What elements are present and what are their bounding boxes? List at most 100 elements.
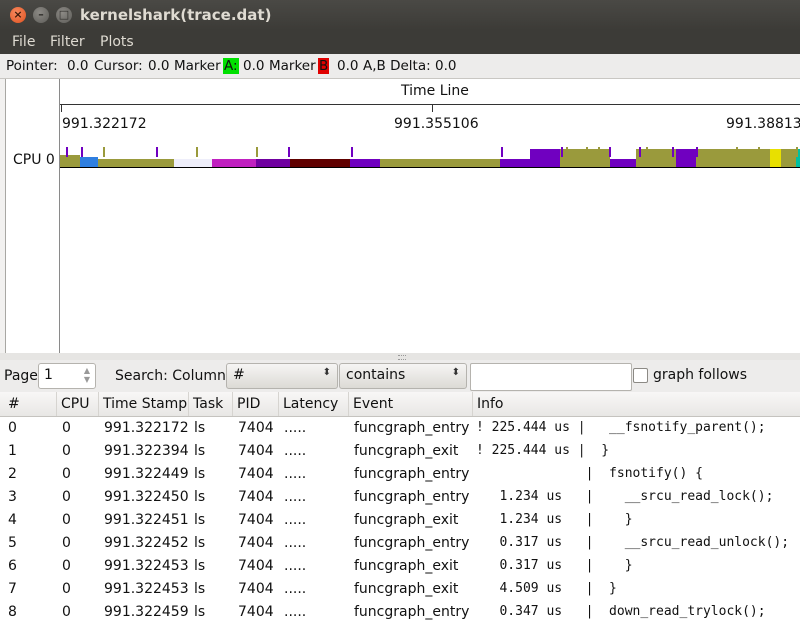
event-spike xyxy=(561,147,563,157)
timeline-tick-label-mid: 991.355106 xyxy=(394,116,479,132)
col-header-number[interactable]: # xyxy=(4,392,20,416)
row-event: funcgraph_entry xyxy=(354,489,470,505)
cursor-label: Cursor: xyxy=(94,58,143,74)
graph-follows-label[interactable]: graph follows xyxy=(653,367,747,383)
row-latency: ..... xyxy=(284,443,307,459)
table-row[interactable]: 7 0 991.322453 ls 7404..... funcgraph_exit 4.… xyxy=(0,578,800,601)
minimize-icon[interactable]: – xyxy=(33,7,49,23)
event-spike xyxy=(796,147,798,157)
pointer-label: Pointer: xyxy=(6,58,58,74)
task-segment[interactable] xyxy=(530,149,560,167)
col-header-timestamp[interactable]: Time Stamp xyxy=(98,392,188,416)
window-title: kernelshark(trace.dat) xyxy=(80,6,272,24)
row-latency: ..... xyxy=(284,604,307,620)
task-segment[interactable] xyxy=(770,149,781,167)
task-segment[interactable] xyxy=(696,149,746,167)
task-segment[interactable] xyxy=(676,149,696,167)
search-bar: Page 1 ▲ ▼ Search: Column: # ⬍ contains ⬍… xyxy=(0,360,800,392)
row-latency: ..... xyxy=(284,420,307,436)
event-spike xyxy=(103,147,105,157)
marker-b-badge: B xyxy=(318,58,330,74)
row-pid: 7404 xyxy=(238,581,274,597)
event-spike xyxy=(66,147,68,157)
col-header-cpu[interactable]: CPU xyxy=(56,392,98,416)
cpu-0-baseline xyxy=(60,167,800,168)
table-row[interactable]: 6 0 991.322453 ls 7404..... funcgraph_exit 0.… xyxy=(0,555,800,578)
row-cpu: 0 xyxy=(62,558,71,574)
table-row[interactable]: 0 0 991.322172 ls 7404..... funcgraph_entry ! … xyxy=(0,417,800,440)
events-table[interactable]: # CPU Time Stamp Task PID Latency Event … xyxy=(0,392,800,640)
column-select[interactable]: # ⬍ xyxy=(226,363,338,389)
col-header-latency[interactable]: Latency xyxy=(278,392,348,416)
task-segment[interactable] xyxy=(212,159,256,167)
task-segment[interactable] xyxy=(380,159,500,167)
event-spike xyxy=(696,147,698,157)
task-segment[interactable] xyxy=(350,159,380,167)
row-pid: 7404 xyxy=(238,489,274,505)
row-cpu: 0 xyxy=(62,420,71,436)
row-cpu: 0 xyxy=(62,604,71,620)
page-value[interactable]: 1 xyxy=(44,367,53,383)
page-spinner[interactable]: 1 ▲ ▼ xyxy=(38,363,96,389)
task-segment[interactable] xyxy=(500,159,530,167)
row-number: 6 xyxy=(8,558,17,574)
column-select-arrow-icon: ⬍ xyxy=(322,367,331,378)
match-select[interactable]: contains ⬍ xyxy=(339,363,467,389)
row-task: ls xyxy=(194,443,206,459)
delta-value: 0.0 xyxy=(435,58,457,74)
menu-plots[interactable]: Plots xyxy=(100,34,134,50)
event-spike xyxy=(586,147,588,157)
close-icon[interactable]: × xyxy=(10,7,26,23)
timeline-tick xyxy=(61,104,62,112)
row-task: ls xyxy=(194,558,206,574)
row-number: 4 xyxy=(8,512,17,528)
row-event: funcgraph_entry xyxy=(354,420,470,436)
marker-a-label: Marker xyxy=(174,58,221,74)
task-segment[interactable] xyxy=(256,159,290,167)
marker-b-label: Marker xyxy=(269,58,316,74)
task-segment[interactable] xyxy=(781,149,796,167)
row-timestamp: 991.322453 xyxy=(104,581,189,597)
row-info: 0.317 us | } xyxy=(476,558,633,573)
table-row[interactable]: 4 0 991.322451 ls 7404..... funcgraph_exit 1.… xyxy=(0,509,800,532)
task-segment[interactable] xyxy=(98,159,174,167)
row-task: ls xyxy=(194,489,206,505)
task-segment[interactable] xyxy=(80,157,98,167)
task-segment[interactable] xyxy=(60,155,80,167)
row-number: 5 xyxy=(8,535,17,551)
row-info: 1.234 us | } xyxy=(476,512,633,527)
search-input[interactable] xyxy=(470,363,632,391)
task-segment[interactable] xyxy=(174,159,212,167)
col-header-task[interactable]: Task xyxy=(188,392,232,416)
event-spike xyxy=(736,147,738,157)
trace-graph[interactable]: CPU 0 Time Line 991.322172 991.355106 99… xyxy=(5,79,800,353)
col-header-pid[interactable]: PID xyxy=(232,392,278,416)
table-row[interactable]: 8 0 991.322459 ls 7404..... funcgraph_entry 0… xyxy=(0,601,800,624)
row-timestamp: 991.322450 xyxy=(104,489,189,505)
row-info: 1.234 us | __srcu_read_lock(); xyxy=(476,489,774,504)
row-latency: ..... xyxy=(284,512,307,528)
task-segment[interactable] xyxy=(610,159,636,167)
col-header-event[interactable]: Event xyxy=(348,392,472,416)
timeline-title: Time Line xyxy=(401,83,469,99)
col-header-info[interactable]: Info xyxy=(472,392,800,416)
table-row[interactable]: 2 0 991.322449 ls 7404..... funcgraph_entry |… xyxy=(0,463,800,486)
table-row[interactable]: 1 0 991.322394 ls 7404..... funcgraph_exit ! 2… xyxy=(0,440,800,463)
pane-splitter[interactable] xyxy=(0,353,800,360)
menu-file[interactable]: File xyxy=(12,34,35,50)
task-segment[interactable] xyxy=(290,159,350,167)
row-cpu: 0 xyxy=(62,489,71,505)
table-row[interactable]: 3 0 991.322450 ls 7404..... funcgraph_entry 1… xyxy=(0,486,800,509)
row-event: funcgraph_exit xyxy=(354,581,459,597)
spinner-arrows-icon[interactable]: ▲ ▼ xyxy=(81,366,93,386)
graph-follows-checkbox[interactable] xyxy=(633,368,648,383)
event-spike xyxy=(672,147,674,157)
row-timestamp: 991.322451 xyxy=(104,512,189,528)
row-number: 8 xyxy=(8,604,17,620)
row-latency: ..... xyxy=(284,581,307,597)
table-row[interactable]: 5 0 991.322452 ls 7404..... funcgraph_entry 0… xyxy=(0,532,800,555)
task-segment[interactable] xyxy=(636,149,676,167)
menu-filter[interactable]: Filter xyxy=(50,34,85,50)
maximize-icon[interactable]: □ xyxy=(56,7,72,23)
row-timestamp: 991.322172 xyxy=(104,420,189,436)
